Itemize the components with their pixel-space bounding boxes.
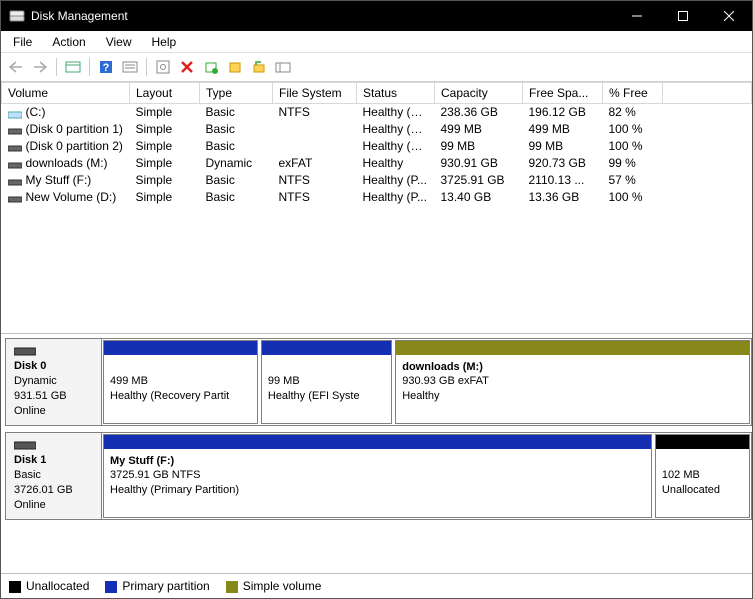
col-pct[interactable]: % Free bbox=[603, 83, 663, 104]
partition-colorbar bbox=[656, 435, 749, 449]
window-controls bbox=[614, 1, 752, 31]
forward-button[interactable] bbox=[29, 56, 51, 78]
table-row[interactable]: My Stuff (F:)SimpleBasicNTFSHealthy (P..… bbox=[2, 172, 752, 189]
window-title: Disk Management bbox=[31, 9, 614, 23]
drive-icon bbox=[8, 142, 22, 152]
svg-text:?: ? bbox=[103, 62, 110, 74]
help-button[interactable]: ? bbox=[95, 56, 117, 78]
partition[interactable]: My Stuff (F:)3725.91 GB NTFSHealthy (Pri… bbox=[103, 434, 652, 518]
app-icon bbox=[9, 8, 25, 24]
column-headers[interactable]: Volume Layout Type File System Status Ca… bbox=[2, 83, 752, 104]
col-layout[interactable]: Layout bbox=[130, 83, 200, 104]
partition[interactable]: downloads (M:)930.93 GB exFATHealthy bbox=[395, 340, 750, 424]
legend: Unallocated Primary partition Simple vol… bbox=[1, 573, 752, 598]
menu-view[interactable]: View bbox=[98, 33, 140, 51]
table-row[interactable]: (Disk 0 partition 2)SimpleBasicHealthy (… bbox=[2, 138, 752, 155]
attach-vhd-button[interactable] bbox=[224, 56, 246, 78]
show-hide-console-button[interactable] bbox=[62, 56, 84, 78]
col-status[interactable]: Status bbox=[357, 83, 435, 104]
menu-help[interactable]: Help bbox=[144, 33, 185, 51]
rescan-button[interactable] bbox=[272, 56, 294, 78]
drive-icon bbox=[8, 176, 22, 186]
maximize-button[interactable] bbox=[660, 1, 706, 31]
back-button[interactable] bbox=[5, 56, 27, 78]
legend-simple: Simple volume bbox=[226, 579, 322, 593]
partition-colorbar bbox=[262, 341, 391, 355]
col-type[interactable]: Type bbox=[200, 83, 273, 104]
menu-file[interactable]: File bbox=[5, 33, 40, 51]
drive-icon bbox=[8, 193, 22, 203]
legend-unallocated: Unallocated bbox=[9, 579, 89, 593]
legend-primary: Primary partition bbox=[105, 579, 209, 593]
disk-label[interactable]: Disk 0Dynamic931.51 GBOnline bbox=[6, 339, 102, 425]
col-fs[interactable]: File System bbox=[273, 83, 357, 104]
drive-icon bbox=[8, 159, 22, 169]
col-capacity[interactable]: Capacity bbox=[435, 83, 523, 104]
table-row[interactable]: downloads (M:)SimpleDynamicexFATHealthy9… bbox=[2, 155, 752, 172]
refresh-disk-button[interactable] bbox=[248, 56, 270, 78]
action-list-button[interactable] bbox=[119, 56, 141, 78]
disk-icon bbox=[14, 345, 36, 357]
table-row[interactable]: New Volume (D:)SimpleBasicNTFSHealthy (P… bbox=[2, 189, 752, 206]
partition-colorbar bbox=[104, 341, 257, 355]
toolbar: ? bbox=[1, 53, 752, 82]
menu-action[interactable]: Action bbox=[44, 33, 93, 51]
minimize-button[interactable] bbox=[614, 1, 660, 31]
menu-bar: File Action View Help bbox=[1, 31, 752, 53]
table-row[interactable]: (C:)SimpleBasicNTFSHealthy (B...238.36 G… bbox=[2, 104, 752, 121]
title-bar: Disk Management bbox=[1, 1, 752, 31]
partition[interactable]: 99 MBHealthy (EFI Syste bbox=[261, 340, 392, 424]
disk-row[interactable]: Disk 0Dynamic931.51 GBOnline 499 MBHealt… bbox=[5, 338, 752, 426]
col-spare bbox=[663, 83, 752, 104]
disk-label[interactable]: Disk 1Basic3726.01 GBOnline bbox=[6, 433, 102, 519]
drive-icon bbox=[8, 125, 22, 135]
partition[interactable]: 499 MBHealthy (Recovery Partit bbox=[103, 340, 258, 424]
col-free[interactable]: Free Spa... bbox=[523, 83, 603, 104]
partition-colorbar bbox=[396, 341, 749, 355]
partition-colorbar bbox=[104, 435, 651, 449]
refresh-button[interactable] bbox=[152, 56, 174, 78]
close-button[interactable] bbox=[706, 1, 752, 31]
delete-button[interactable] bbox=[176, 56, 198, 78]
disk-row[interactable]: Disk 1Basic3726.01 GBOnlineMy Stuff (F:)… bbox=[5, 432, 752, 520]
partition[interactable]: 102 MBUnallocated bbox=[655, 434, 750, 518]
disk-layout-panel[interactable]: Disk 0Dynamic931.51 GBOnline 499 MBHealt… bbox=[1, 334, 752, 573]
create-vhd-button[interactable] bbox=[200, 56, 222, 78]
col-volume[interactable]: Volume bbox=[2, 83, 130, 104]
table-row[interactable]: (Disk 0 partition 1)SimpleBasicHealthy (… bbox=[2, 121, 752, 138]
disk-icon bbox=[14, 439, 36, 451]
volume-list[interactable]: Volume Layout Type File System Status Ca… bbox=[1, 82, 752, 334]
drive-icon bbox=[8, 108, 22, 118]
